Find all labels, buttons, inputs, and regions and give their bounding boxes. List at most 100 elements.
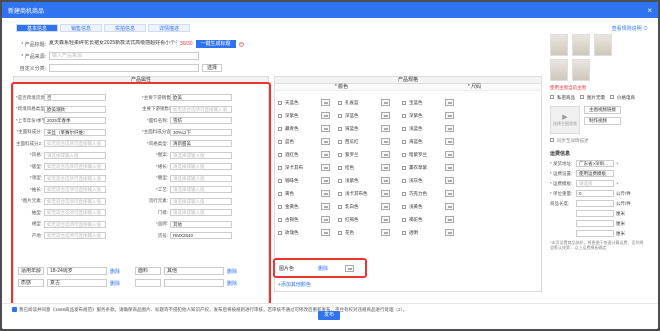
color-option[interactable]: 孔雀蓝 [338, 99, 390, 106]
color-option[interactable]: 藏青色 [278, 125, 330, 132]
attribute-input[interactable]: 雪纺 [170, 117, 232, 124]
attribute-input[interactable]: 如无适合选项可直接输入值 [44, 174, 106, 182]
checkbox-icon[interactable] [338, 165, 342, 170]
checkbox-icon[interactable] [402, 165, 406, 170]
delete-link-3[interactable]: 删除 [110, 280, 120, 287]
weight-input[interactable]: 0 [576, 190, 614, 197]
image-upload-icon[interactable] [445, 112, 454, 119]
image-upload-icon[interactable] [321, 177, 330, 184]
color-option[interactable]: 深卡其布 [278, 164, 330, 171]
add-other-color-link[interactable]: +添加其他颜色 [278, 281, 311, 288]
attribute-input[interactable]: 如无适合选项可直接输入值 [44, 209, 106, 216]
option-price[interactable]: 价格电商 [610, 95, 635, 101]
checkbox-icon[interactable] [278, 126, 282, 131]
product-thumbnail[interactable] [572, 34, 590, 56]
checkbox-icon[interactable] [402, 230, 406, 235]
color-option[interactable]: 西瓜红 [338, 138, 390, 145]
image-upload-icon[interactable] [381, 203, 390, 210]
attribute-input[interactable]: 如无适合选项可直接输入值 [44, 163, 106, 170]
checkbox-icon[interactable] [402, 126, 406, 131]
image-upload-icon[interactable] [321, 203, 330, 210]
checkbox-icon[interactable] [278, 152, 282, 157]
attribute-input[interactable]: 如无适合选项可直接输入值 [44, 220, 106, 228]
image-upload-icon[interactable] [321, 190, 330, 197]
checkbox-icon[interactable] [402, 152, 406, 157]
color-option[interactable]: 浅灰色 [402, 177, 454, 184]
checkbox-icon[interactable] [402, 100, 406, 105]
tab-sales[interactable]: 销售信息 [60, 24, 103, 32]
color-option[interactable]: 深蓝色 [338, 112, 390, 119]
checkbox-icon[interactable] [278, 204, 282, 209]
extra-label-input-3[interactable]: 质感 [18, 279, 44, 287]
checkbox-icon[interactable] [402, 217, 406, 222]
image-upload-icon[interactable] [381, 229, 390, 236]
image-upload-icon[interactable] [381, 190, 390, 197]
generate-title-button[interactable]: 一键生成标题 [195, 40, 236, 48]
attribute-input[interactable]: 请选择或输入值 [170, 197, 232, 205]
checkbox-icon[interactable] [338, 204, 342, 209]
attribute-input[interactable]: 如无适合选项可直接输入值 [170, 105, 232, 113]
checkbox-icon[interactable] [402, 113, 406, 118]
delete-link-2[interactable]: 删除 [227, 268, 237, 275]
image-upload-icon[interactable] [445, 99, 454, 106]
attribute-input[interactable]: 如无适合选项可直接输入值 [44, 232, 106, 239]
color-option[interactable]: 巧克力色 [402, 190, 454, 197]
attribute-input[interactable]: 如无适合选项可直接输入值 [44, 186, 106, 193]
checkbox-icon[interactable] [338, 230, 342, 235]
checkbox-icon[interactable] [338, 100, 342, 105]
color-option[interactable]: 黄色 [278, 190, 330, 197]
color-option[interactable]: 海蓝色 [402, 138, 454, 145]
extra-label-input[interactable]: 适用年龄 [18, 267, 44, 275]
extra-value-input[interactable]: 18-24周岁 [47, 267, 107, 275]
checkbox-icon[interactable] [278, 113, 282, 118]
checkbox-icon[interactable] [402, 204, 406, 209]
tab-basic[interactable]: 基本信息 [16, 24, 59, 32]
extra-label-input-4[interactable] [135, 279, 162, 287]
image-upload-icon[interactable] [321, 151, 330, 158]
image-upload-icon[interactable] [381, 216, 390, 223]
image-upload-icon[interactable] [381, 99, 390, 106]
attribute-input[interactable]: RMX2540 [170, 232, 232, 239]
checkbox-icon[interactable] [278, 165, 282, 170]
attribute-input[interactable]: 如无适合选项可直接输入值 [44, 140, 106, 147]
image-upload-icon[interactable] [321, 138, 330, 145]
color-option[interactable]: 桔色 [338, 164, 390, 171]
product-thumbnail[interactable] [550, 59, 568, 81]
option-private[interactable]: 私密商品 [550, 95, 575, 101]
image-upload-icon[interactable] [321, 164, 330, 171]
image-upload-icon[interactable] [445, 190, 454, 197]
checkbox-icon[interactable] [278, 191, 282, 196]
color-option[interactable]: 乳白色 [338, 203, 390, 210]
delete-link-4[interactable]: 删除 [227, 280, 237, 287]
image-upload-icon[interactable] [381, 138, 390, 145]
image-upload-icon[interactable] [445, 164, 454, 171]
rules-link[interactable]: 查看规则说明 ⊙ [612, 25, 648, 32]
image-upload-icon[interactable] [445, 125, 454, 132]
color-option[interactable]: 玫瑰色 [278, 229, 330, 236]
sync-detail-option[interactable]: 同步至详情描述 [550, 138, 646, 144]
color-option[interactable]: 花色 [338, 229, 390, 236]
attribute-input[interactable]: 清新甜美 [170, 140, 232, 147]
length-input[interactable] [576, 200, 614, 207]
checkbox-icon[interactable] [402, 191, 406, 196]
extra-label-input-2[interactable]: 面料 [135, 267, 162, 275]
color-option[interactable]: 古铜色 [278, 216, 330, 223]
checkbox-icon[interactable] [550, 95, 554, 99]
attribute-input[interactable]: 欧美 [170, 94, 232, 101]
color-option[interactable]: 紫罗兰 [338, 151, 390, 158]
checkbox-icon[interactable] [338, 152, 342, 157]
attribute-input[interactable]: 请选择或输入值 [44, 151, 106, 159]
ship-from-select[interactable]: 广东省>深圳... [576, 160, 614, 167]
custom-category-input[interactable] [49, 64, 199, 72]
color-option[interactable]: 浅蓝色 [402, 125, 454, 132]
attribute-input[interactable]: 请选择或输入值 [170, 209, 232, 216]
product-thumbnail[interactable] [594, 34, 612, 56]
delete-link[interactable]: 删除 [110, 268, 120, 275]
image-upload-icon[interactable] [445, 203, 454, 210]
color-option[interactable]: 金黄色 [278, 203, 330, 210]
extra-value-input-3[interactable]: 复古 [47, 279, 107, 287]
title-input[interactable]: 夏天森系轻柔碎花长裙女2025新款法式高级感超好看小个子短袖 [49, 40, 177, 48]
tab-details[interactable]: 详情描述 [148, 24, 191, 32]
image-upload-icon[interactable] [321, 99, 330, 106]
attribute-input[interactable]: 其他 [170, 220, 232, 228]
